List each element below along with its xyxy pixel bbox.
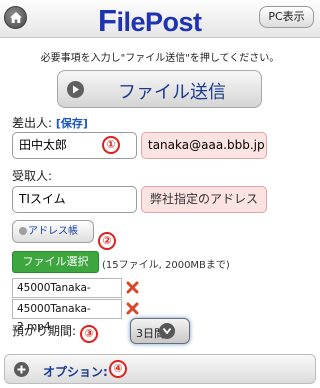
address-book-icon <box>19 227 27 235</box>
marker-3: ③ <box>80 325 98 343</box>
file-select-button[interactable]: ファイル選択 <box>12 251 99 273</box>
home-icon <box>10 12 22 23</box>
recipient-label: 受取人: <box>12 169 53 183</box>
delete-file-icon[interactable] <box>126 302 139 315</box>
file-item: 45000Tanaka-2.mp4 <box>12 299 122 333</box>
send-file-label: ファイル送信 <box>118 82 226 103</box>
address-book-label: アドレス帳 <box>28 226 78 237</box>
send-file-button[interactable]: ファイル送信 <box>57 70 262 108</box>
chevron-down-icon <box>159 323 175 339</box>
recipient-email-input[interactable]: 弊社指定のアドレス <box>141 186 267 213</box>
options-toggle[interactable]: オプション: ④ <box>4 354 316 384</box>
save-link[interactable]: [保存] <box>56 117 88 130</box>
marker-2: ② <box>98 232 116 250</box>
address-book-button[interactable]: アドレス帳 <box>12 220 94 243</box>
sender-label: 差出人: <box>12 116 53 130</box>
file-limit-hint: (15ファイル, 2000MBまで) <box>102 260 230 271</box>
sender-email-input[interactable]: tanaka@aaa.bbb.jp <box>141 132 267 159</box>
sender-label-row: 差出人: [保存] <box>12 114 88 131</box>
pc-view-button[interactable]: PC表示 <box>259 6 314 28</box>
delete-file-icon[interactable] <box>126 281 139 294</box>
arrow-right-icon <box>67 81 84 98</box>
home-button[interactable] <box>4 6 27 29</box>
period-label: 預かり期間: <box>12 324 77 338</box>
marker-1: ① <box>102 136 120 154</box>
file-item: 45000Tanaka-1.mp4 <box>12 278 122 312</box>
period-select[interactable]: 3日間 <box>130 318 190 344</box>
header-bar: FilePost PC表示 <box>0 0 320 38</box>
options-label: オプション: <box>43 365 108 379</box>
intro-text: 必要事項を入力し"ファイル送信"を押してください。 <box>40 53 280 64</box>
recipient-name-input[interactable]: TIスイム <box>12 186 137 213</box>
filepost-logo: FilePost <box>98 3 202 38</box>
marker-4: ④ <box>109 360 127 378</box>
plus-icon <box>14 362 29 377</box>
